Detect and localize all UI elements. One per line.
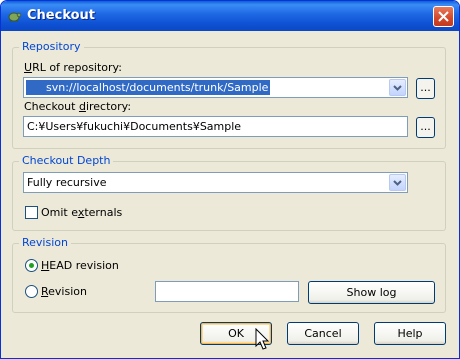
- url-combo[interactable]: svn://localhost/documents/trunk/Sample: [23, 77, 408, 98]
- tortoise-icon: [7, 9, 22, 23]
- help-button[interactable]: Help: [374, 322, 446, 345]
- chevron-down-icon: [393, 180, 402, 186]
- radio-selected-dot: [29, 263, 34, 268]
- head-revision-radio[interactable]: [25, 259, 38, 272]
- omit-externals-checkbox[interactable]: [25, 206, 38, 219]
- repository-group-title: Repository: [19, 40, 84, 53]
- cancel-button[interactable]: Cancel: [287, 322, 359, 345]
- url-label: URL of repository:: [24, 61, 122, 74]
- checkout-dir-value: C:¥Users¥fukuchi¥Documents¥Sample: [27, 120, 242, 133]
- depth-group-title: Checkout Depth: [19, 154, 114, 167]
- revision-input[interactable]: [155, 281, 299, 302]
- url-browse-button[interactable]: ...: [416, 78, 435, 99]
- close-icon: [438, 11, 449, 22]
- window-title: Checkout: [27, 8, 96, 23]
- revision-group-title: Revision: [19, 236, 71, 249]
- omit-externals-label[interactable]: Omit externals: [41, 206, 122, 219]
- show-log-button[interactable]: Show log: [308, 281, 435, 304]
- dir-browse-button[interactable]: ...: [416, 117, 435, 138]
- url-value[interactable]: svn://localhost/documents/trunk/Sample: [26, 80, 271, 95]
- mouse-cursor-icon: [255, 328, 270, 350]
- revision-label[interactable]: Revision: [41, 285, 87, 298]
- depth-dropdown-button[interactable]: [389, 174, 406, 191]
- checkout-dir-input[interactable]: C:¥Users¥fukuchi¥Documents¥Sample: [23, 116, 408, 137]
- close-button[interactable]: [433, 6, 454, 27]
- head-revision-label[interactable]: HEAD revision: [41, 259, 119, 272]
- checkout-dir-label: Checkout directory:: [24, 100, 132, 113]
- depth-combo[interactable]: Fully recursive: [23, 172, 408, 193]
- revision-radio[interactable]: [25, 285, 38, 298]
- url-dropdown-button[interactable]: [389, 79, 406, 96]
- chevron-down-icon: [393, 85, 402, 91]
- checkout-dialog: Checkout Repository URL of repository: s…: [0, 0, 460, 359]
- title-bar[interactable]: Checkout: [1, 1, 459, 31]
- depth-value: Fully recursive: [27, 176, 107, 189]
